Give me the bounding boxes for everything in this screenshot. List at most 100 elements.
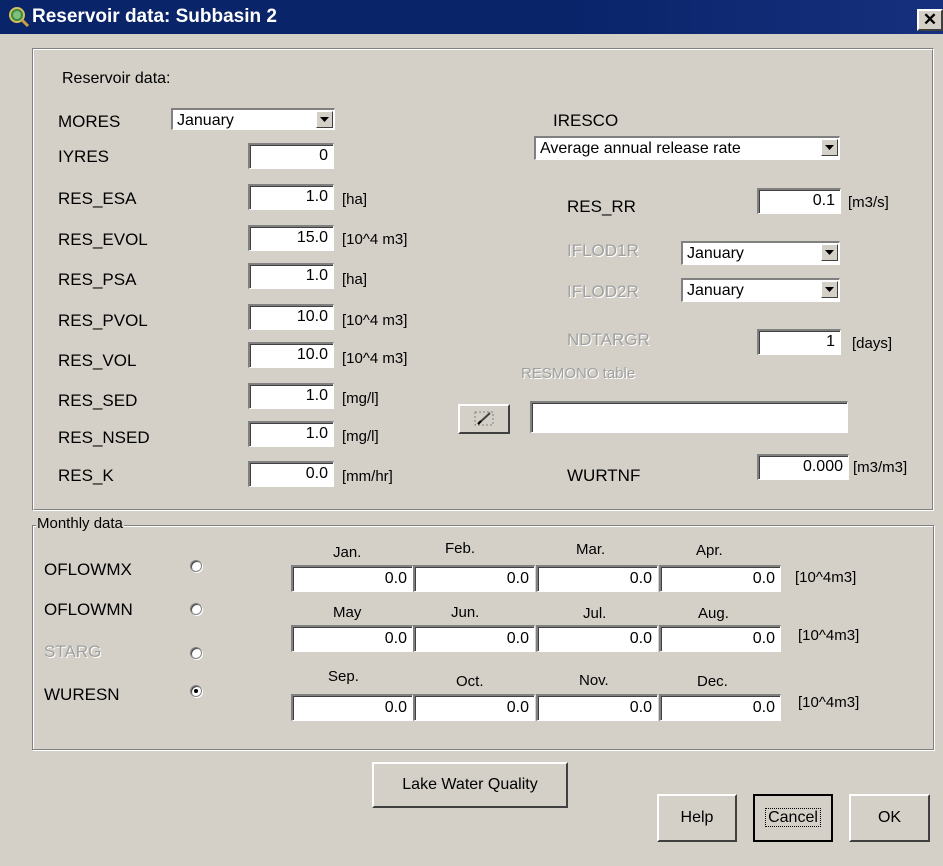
resmono-input[interactable] (530, 401, 848, 433)
res-evol-input[interactable]: 15.0 (248, 225, 334, 251)
radio-selected-dot (194, 689, 198, 693)
month-input-feb[interactable]: 0.0 (413, 565, 535, 592)
chevron-down-icon[interactable] (821, 281, 838, 298)
res-esa-unit: [ha] (342, 191, 368, 208)
res-rr-input[interactable]: 0.1 (757, 188, 841, 214)
wurtnf-input[interactable]: 0.000 (757, 454, 849, 480)
res-nsed-label: RES_NSED (58, 428, 150, 447)
option-oflowmx-radio[interactable] (190, 560, 202, 572)
month-input-sep[interactable]: 0.0 (291, 694, 413, 721)
monthly-unit-row3: [10^4m3] (798, 694, 860, 711)
pencil-icon (474, 411, 494, 426)
res-esa-label: RES_ESA (58, 189, 137, 208)
iyres-input[interactable]: 0 (248, 143, 334, 169)
month-input-jun[interactable]: 0.0 (413, 625, 535, 652)
res-vol-label: RES_VOL (58, 351, 137, 370)
reservoir-section-label: Reservoir data: (62, 70, 171, 87)
res-sed-input[interactable]: 1.0 (248, 383, 334, 409)
month-input-jan[interactable]: 0.0 (291, 565, 413, 592)
cancel-button[interactable]: Cancel (753, 794, 833, 842)
month-input-mar[interactable]: 0.0 (536, 565, 658, 592)
res-pvol-input[interactable]: 10.0 (248, 304, 334, 330)
iresco-select[interactable]: Average annual release rate (534, 136, 840, 160)
mores-label: MORES (58, 112, 121, 131)
month-input-nov[interactable]: 0.0 (536, 694, 658, 721)
res-esa-input[interactable]: 1.0 (248, 184, 334, 210)
res-psa-unit: [ha] (342, 271, 368, 288)
option-oflowmx-label: OFLOWMX (44, 560, 132, 579)
chevron-down-icon[interactable] (821, 244, 838, 261)
month-label-jul: Jul. (583, 605, 607, 622)
iyres-label: IYRES (58, 147, 110, 166)
chevron-down-icon[interactable] (821, 139, 838, 156)
monthly-data-label: Monthly data (36, 515, 124, 532)
month-label-aug: Aug. (698, 605, 729, 622)
ndtargr-label: NDTARGR (567, 330, 650, 349)
magnifier-icon (9, 7, 30, 28)
res-sed-unit: [mg/l] (342, 390, 379, 407)
month-input-may[interactable]: 0.0 (291, 625, 413, 652)
month-label-jun: Jun. (451, 604, 480, 621)
res-rr-unit: [m3/s] (848, 194, 889, 211)
wurtnf-label: WURTNF (567, 466, 641, 485)
mores-select[interactable]: January (171, 108, 335, 130)
month-label-feb: Feb. (445, 540, 476, 557)
month-input-aug[interactable]: 0.0 (659, 625, 781, 652)
resmono-label: RESMONO table (521, 365, 636, 382)
month-label-nov: Nov. (579, 672, 609, 689)
res-k-unit: [mm/hr] (342, 468, 393, 485)
window-title: Reservoir data: Subbasin 2 (32, 6, 277, 27)
month-label-may: May (333, 604, 362, 621)
iflod1r-select[interactable]: January (681, 241, 840, 265)
month-label-apr: Apr. (696, 542, 723, 559)
res-k-input[interactable]: 0.0 (248, 461, 334, 487)
month-label-oct: Oct. (456, 673, 484, 690)
month-input-oct[interactable]: 0.0 (413, 694, 535, 721)
option-oflowmn-radio[interactable] (190, 603, 202, 615)
monthly-unit-row2: [10^4m3] (798, 627, 860, 644)
res-nsed-input[interactable]: 1.0 (248, 421, 334, 447)
ndtargr-input[interactable]: 1 (757, 329, 841, 355)
month-label-sep: Sep. (328, 668, 359, 685)
iflod1r-label: IFLOD1R (567, 241, 639, 260)
res-psa-input[interactable]: 1.0 (248, 263, 334, 289)
iflod2r-value: January (687, 282, 744, 299)
wurtnf-unit: [m3/m3] (853, 459, 908, 476)
close-button[interactable]: ✕ (917, 9, 943, 31)
month-label-mar: Mar. (576, 541, 606, 558)
mores-value: January (177, 112, 234, 129)
month-input-jul[interactable]: 0.0 (536, 625, 658, 652)
iresco-label: IRESCO (553, 111, 619, 130)
ndtargr-unit: [days] (852, 335, 893, 352)
option-starg-radio[interactable] (190, 647, 202, 659)
month-input-dec[interactable]: 0.0 (659, 694, 781, 721)
iflod1r-value: January (687, 245, 744, 262)
iflod2r-select[interactable]: January (681, 278, 840, 302)
res-pvol-unit: [10^4 m3] (342, 312, 408, 329)
month-label-jan: Jan. (333, 544, 362, 561)
lake-water-quality-button[interactable]: Lake Water Quality (372, 762, 568, 808)
ok-button[interactable]: OK (849, 794, 930, 842)
option-oflowmn-label: OFLOWMN (44, 600, 133, 619)
res-pvol-label: RES_PVOL (58, 311, 148, 330)
res-psa-label: RES_PSA (58, 270, 137, 289)
res-k-label: RES_K (58, 466, 114, 485)
res-sed-label: RES_SED (58, 391, 138, 410)
option-starg-label: STARG (44, 642, 102, 661)
chevron-down-icon[interactable] (316, 111, 333, 128)
option-wuresn-radio[interactable] (190, 685, 202, 697)
res-evol-label: RES_EVOL (58, 230, 148, 249)
res-vol-unit: [10^4 m3] (342, 350, 408, 367)
iflod2r-label: IFLOD2R (567, 282, 639, 301)
resmono-browse-button[interactable] (458, 404, 510, 434)
close-icon: ✕ (922, 10, 938, 29)
help-button[interactable]: Help (657, 794, 737, 842)
res-evol-unit: [10^4 m3] (342, 231, 408, 248)
monthly-unit-row1: [10^4m3] (795, 569, 857, 586)
res-vol-input[interactable]: 10.0 (248, 342, 334, 368)
iresco-value: Average annual release rate (540, 140, 741, 157)
res-rr-label: RES_RR (567, 197, 636, 216)
cancel-label: Cancel (765, 808, 821, 827)
option-wuresn-label: WURESN (44, 685, 120, 704)
month-input-apr[interactable]: 0.0 (659, 565, 781, 592)
